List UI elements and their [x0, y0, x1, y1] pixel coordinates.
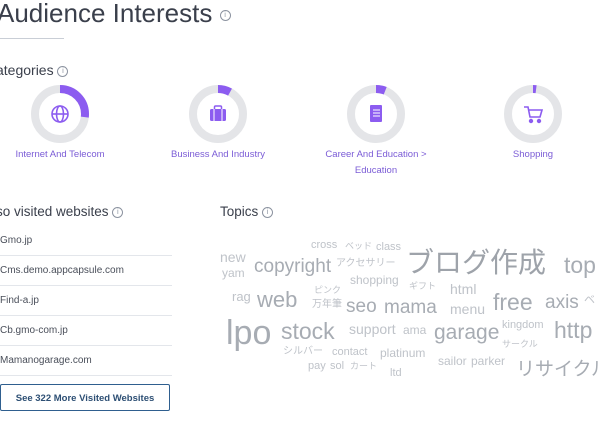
- visited-websites-heading: so visited websites i: [0, 204, 124, 219]
- topics-heading: Topics i: [220, 204, 274, 219]
- topic-word[interactable]: lpo: [226, 316, 271, 350]
- topic-word[interactable]: contact: [332, 347, 367, 358]
- category-donut: [504, 85, 562, 143]
- visited-websites-heading-text: so visited websites: [0, 204, 109, 219]
- topic-word[interactable]: support: [349, 322, 396, 336]
- info-icon[interactable]: i: [219, 9, 231, 21]
- info-icon[interactable]: i: [262, 206, 274, 218]
- topic-word[interactable]: ギフト: [409, 282, 436, 291]
- category-internet-telecom[interactable]: Internet And Telecom: [0, 84, 130, 163]
- topic-word[interactable]: axis: [545, 293, 579, 312]
- topic-word[interactable]: kingdom: [502, 320, 544, 331]
- topic-word-cloud: cross ベッド class new copyright アクセサリー ブログ…: [220, 234, 600, 394]
- category-career-education[interactable]: Career And Education > Education: [306, 84, 446, 179]
- topic-word[interactable]: カート: [350, 362, 377, 371]
- topic-word[interactable]: ama: [403, 324, 426, 336]
- page-title: Audience Interests i: [0, 0, 231, 29]
- topic-word[interactable]: copyright: [254, 257, 331, 276]
- topic-word[interactable]: seo: [346, 297, 377, 316]
- topic-word[interactable]: html: [450, 282, 476, 296]
- topic-word[interactable]: rag: [232, 290, 251, 303]
- topic-word[interactable]: ltd: [390, 368, 402, 379]
- categories-heading: ategories i: [0, 62, 69, 78]
- topic-word[interactable]: garage: [434, 322, 499, 343]
- topic-word[interactable]: sailor: [438, 355, 467, 367]
- book-icon: [370, 105, 382, 122]
- website-row[interactable]: Cms.demo.appcapsule.com: [0, 256, 172, 286]
- category-donut: [189, 85, 247, 143]
- category-donut: [347, 85, 405, 143]
- topic-word[interactable]: class: [376, 242, 401, 253]
- topics-heading-text: Topics: [220, 204, 259, 219]
- info-icon[interactable]: i: [57, 65, 69, 77]
- see-more-websites-button[interactable]: See 322 More Visited Websites: [0, 384, 170, 411]
- website-row[interactable]: Cb.gmo-com.jp: [0, 316, 172, 346]
- info-icon[interactable]: i: [112, 206, 124, 218]
- category-business-industry[interactable]: Business And Industry: [148, 84, 288, 163]
- briefcase-icon: [210, 105, 226, 121]
- topic-word[interactable]: parker: [471, 355, 505, 367]
- website-row[interactable]: Find-a.jp: [0, 286, 172, 316]
- page-title-text: Audience Interests: [0, 0, 213, 28]
- category-label: Business And Industry: [171, 149, 265, 160]
- category-label: Shopping: [512, 149, 554, 160]
- topic-word[interactable]: yam: [222, 267, 245, 279]
- topic-word[interactable]: menu: [450, 302, 485, 316]
- cart-icon: [524, 106, 544, 124]
- topic-word[interactable]: 万年筆: [312, 300, 342, 310]
- globe-icon: [51, 105, 69, 123]
- topic-word[interactable]: シルバー: [283, 347, 323, 357]
- topic-word[interactable]: pay: [308, 361, 326, 372]
- topic-word[interactable]: top: [564, 254, 596, 277]
- topic-word[interactable]: web: [257, 289, 297, 311]
- topic-word[interactable]: new: [220, 250, 246, 264]
- topic-word[interactable]: cross: [311, 240, 337, 251]
- visited-websites-list: Gmo.jp Cms.demo.appcapsule.com Find-a.jp…: [0, 226, 172, 376]
- topic-word[interactable]: mama: [384, 298, 437, 317]
- website-row[interactable]: Mamanogarage.com: [0, 346, 172, 376]
- category-label: Career And Education >: [325, 149, 427, 160]
- topic-word[interactable]: http: [554, 319, 592, 342]
- topic-word[interactable]: sol: [330, 361, 344, 372]
- website-row[interactable]: Gmo.jp: [0, 226, 172, 256]
- topic-word[interactable]: ブログ作成: [406, 249, 546, 277]
- topic-word[interactable]: ピンク: [314, 286, 341, 295]
- topic-word[interactable]: ベッド: [345, 242, 372, 251]
- category-label: Internet And Telecom: [15, 149, 105, 160]
- topic-word[interactable]: free: [493, 291, 533, 314]
- topic-word[interactable]: ベ: [584, 295, 595, 306]
- category-shopping[interactable]: Shopping: [463, 84, 600, 163]
- topic-word[interactable]: アクセサリー: [336, 259, 396, 269]
- topic-word[interactable]: shopping: [350, 274, 399, 286]
- topic-word[interactable]: platinum: [380, 347, 425, 359]
- categories-heading-text: ategories: [0, 62, 54, 78]
- category-donut: [31, 85, 89, 143]
- topic-word[interactable]: サークル: [502, 340, 538, 349]
- topic-word[interactable]: リサイクル: [516, 360, 600, 379]
- topic-word[interactable]: stock: [281, 320, 335, 343]
- category-label-line2: Education: [354, 165, 398, 176]
- title-divider: [0, 38, 64, 39]
